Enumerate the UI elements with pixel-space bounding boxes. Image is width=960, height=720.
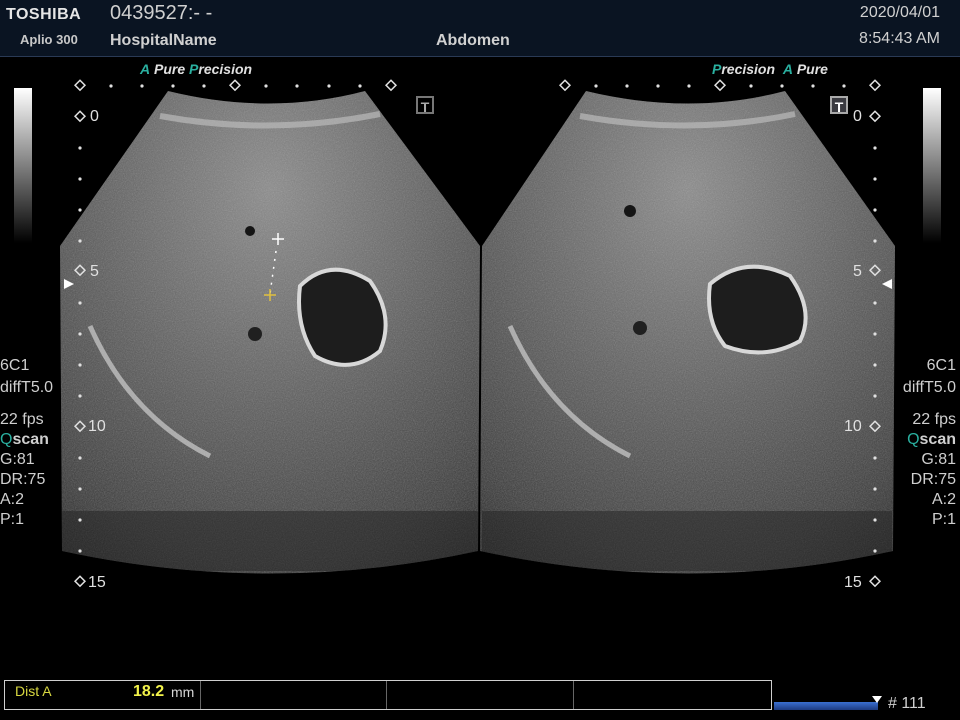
measurement-cell-empty — [387, 681, 574, 709]
left-image-toggle-icon[interactable]: T — [416, 96, 434, 115]
cine-position-marker-icon[interactable] — [872, 696, 882, 703]
gain-label: G:81 — [0, 451, 35, 468]
exam-preset: Abdomen — [436, 32, 510, 49]
measurement-cell-empty — [574, 681, 771, 709]
fps-label: 22 fps — [0, 411, 44, 428]
fps-label: 22 fps — [912, 411, 956, 428]
a-label: A:2 — [0, 491, 25, 508]
exam-time: 8:54:43 AM — [859, 30, 940, 47]
top-dot-row — [109, 84, 846, 88]
right-image-toggle-icon[interactable]: T — [830, 96, 848, 115]
left-ultrasound-image — [60, 91, 480, 574]
right-parameter-panel: 6C1 diffT5.0 22 fps Qscan G:81 DR:75 A:2… — [903, 356, 956, 530]
left-depth-15: 15 — [88, 574, 106, 591]
hospital-name: HospitalName — [110, 32, 217, 49]
dynamic-range-label: DR:75 — [910, 471, 956, 488]
brand-logo: TOSHIBA — [6, 6, 82, 23]
measurement-unit: mm — [171, 684, 195, 700]
left-depth-10: 10 — [88, 418, 106, 435]
harmonic-label: diffT5.0 — [0, 379, 54, 396]
measurement-label: Dist A — [15, 683, 52, 699]
p-label: P:1 — [0, 511, 25, 528]
probe-label: 6C1 — [0, 357, 30, 374]
left-parameter-panel: 6C1 diffT5.0 22 fps Qscan G:81 DR:75 A:2… — [0, 356, 53, 530]
frame-counter: # 111 — [888, 695, 926, 712]
left-depth-5: 5 — [90, 263, 99, 280]
harmonic-label: diffT5.0 — [902, 379, 956, 396]
qscan-label: Qscan — [907, 431, 956, 448]
probe-label: 6C1 — [926, 357, 956, 374]
qscan-label: Qscan — [0, 431, 49, 448]
exam-date: 2020/04/01 — [859, 4, 940, 21]
dynamic-range-label: DR:75 — [0, 471, 46, 488]
p-label: P:1 — [931, 511, 956, 528]
measurement-cell-dist-a[interactable]: Dist A 18.2 mm — [5, 681, 201, 709]
top-scale-markers — [73, 79, 882, 92]
patient-id: 0439527:- - — [110, 2, 213, 24]
cine-progress-bar[interactable] — [774, 702, 878, 710]
right-ultrasound-image — [480, 91, 895, 574]
ultrasound-dual-view — [60, 79, 895, 588]
right-depth-0: 0 — [853, 108, 862, 125]
gain-label: G:81 — [921, 451, 956, 468]
system-model: Aplio 300 — [20, 32, 78, 47]
a-label: A:2 — [931, 491, 956, 508]
right-depth-5: 5 — [853, 263, 862, 280]
measurement-value: 18.2 — [133, 683, 165, 700]
right-grayscale-bar — [923, 88, 941, 243]
measurement-panel: Dist A 18.2 mm — [4, 680, 772, 710]
left-depth-0: 0 — [90, 108, 99, 125]
right-depth-10: 10 — [844, 418, 862, 435]
right-depth-15: 15 — [844, 574, 862, 591]
left-grayscale-bar — [14, 88, 32, 243]
measurement-cell-empty — [201, 681, 387, 709]
header-bar: TOSHIBA Aplio 300 0439527:- - HospitalNa… — [0, 0, 960, 57]
